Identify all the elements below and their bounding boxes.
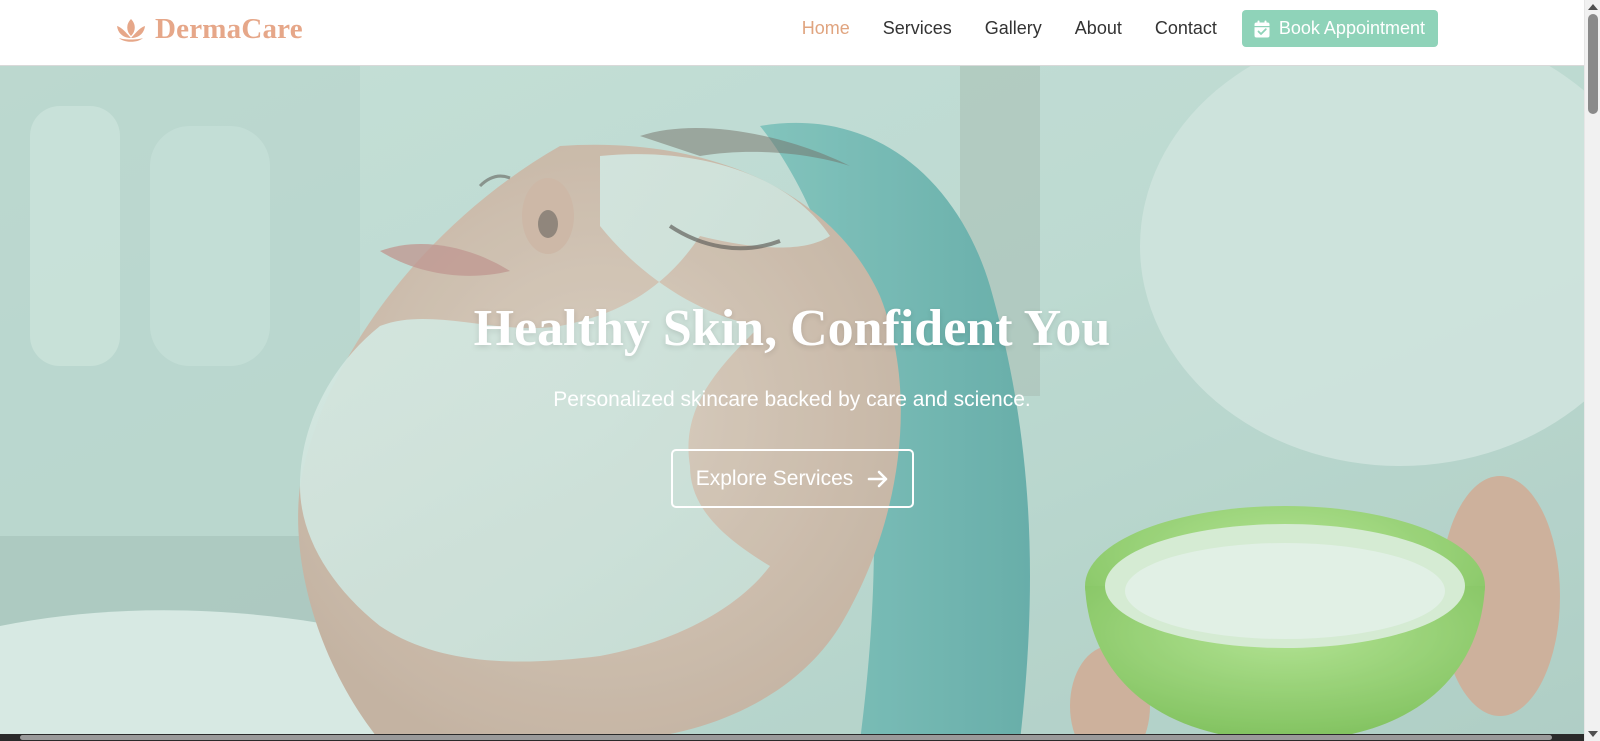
navbar: DermaCare Home Services Gallery About Co… xyxy=(0,0,1584,66)
nav-link-about[interactable]: About xyxy=(1075,18,1122,39)
book-appointment-button[interactable]: Book Appointment xyxy=(1241,10,1438,47)
scroll-up-arrow-icon[interactable] xyxy=(1588,4,1598,10)
explore-services-button[interactable]: Explore Services xyxy=(671,449,914,508)
scroll-down-arrow-icon[interactable] xyxy=(1588,731,1598,737)
vertical-scrollbar[interactable] xyxy=(1584,0,1600,741)
book-appointment-label: Book Appointment xyxy=(1278,18,1425,38)
page-viewport: DermaCare Home Services Gallery About Co… xyxy=(0,0,1584,741)
hero-section: Healthy Skin, Confident You Personalized… xyxy=(0,66,1584,741)
hero-subtitle: Personalized skincare backed by care and… xyxy=(553,388,1031,411)
vertical-scrollbar-thumb[interactable] xyxy=(1588,14,1598,114)
hero-content: Healthy Skin, Confident You Personalized… xyxy=(0,66,1584,741)
nav-link-contact[interactable]: Contact xyxy=(1155,18,1217,39)
horizontal-scrollbar-thumb[interactable] xyxy=(20,735,1552,740)
brand-logo[interactable]: DermaCare xyxy=(115,13,303,46)
brand-name: DermaCare xyxy=(155,13,303,45)
nav-link-gallery[interactable]: Gallery xyxy=(985,18,1042,39)
calendar-check-icon xyxy=(1254,20,1270,37)
nav-link-services[interactable]: Services xyxy=(883,18,952,39)
lotus-icon xyxy=(117,18,145,42)
nav-link-home[interactable]: Home xyxy=(802,18,850,39)
hero-title: Healthy Skin, Confident You xyxy=(473,300,1111,357)
explore-services-label: Explore Services xyxy=(695,466,854,490)
main-nav: Home Services Gallery About Contact Book… xyxy=(802,10,1438,47)
arrow-right-icon xyxy=(867,470,888,487)
horizontal-scrollbar[interactable] xyxy=(0,734,1584,741)
